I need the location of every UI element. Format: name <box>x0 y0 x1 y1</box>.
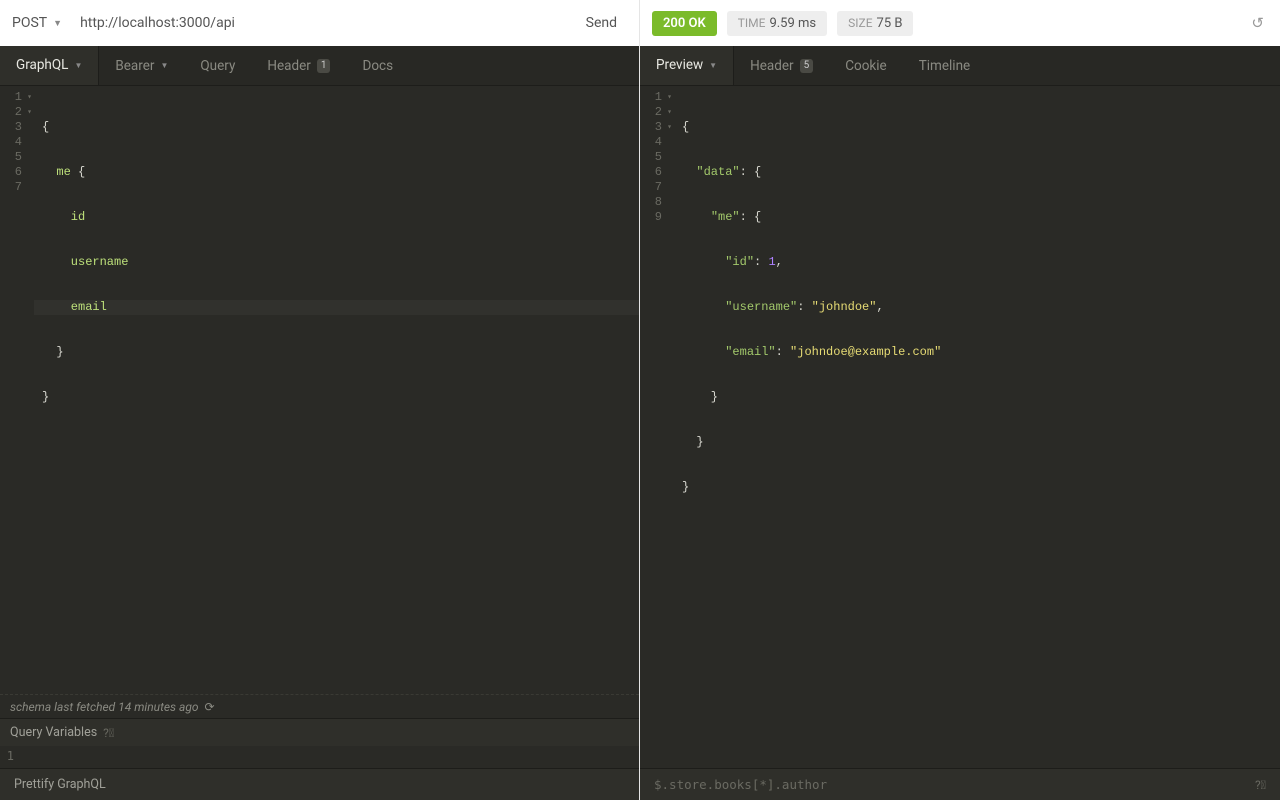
chevron-down-icon: ▼ <box>709 61 717 70</box>
tab-label: Cookie <box>845 58 886 74</box>
chevron-down-icon: ▼ <box>53 18 62 29</box>
help-icon[interactable]: ?⃝ <box>103 726 114 740</box>
method-dropdown[interactable]: POST ▼ <box>12 15 70 31</box>
tab-label: Timeline <box>919 58 971 74</box>
tab-query[interactable]: Query <box>184 46 251 85</box>
tab-label: Preview <box>656 57 703 73</box>
graphql-editor[interactable]: 1 2 3 4 5 6 7 { me { id username email }… <box>0 86 639 694</box>
request-bar: POST ▼ http://localhost:3000/api Send <box>0 0 639 46</box>
tab-bearer[interactable]: Bearer ▼ <box>99 46 184 85</box>
schema-status-text: schema last fetched 14 minutes ago <box>10 700 199 714</box>
response-time-badge: TIME 9.59 ms <box>727 11 827 36</box>
query-variables-label: Query Variables <box>10 725 97 740</box>
tab-cookie[interactable]: Cookie <box>829 46 902 85</box>
response-tabs: Preview ▼ Header 5 Cookie Timeline <box>640 46 1280 86</box>
line-gutter: 1 2 3 4 5 6 7 <box>0 86 34 694</box>
tab-graphql[interactable]: GraphQL ▼ <box>0 46 98 85</box>
tab-label: Header <box>750 58 793 74</box>
tab-label: Header <box>267 58 310 74</box>
tab-timeline[interactable]: Timeline <box>903 46 987 85</box>
query-variables-header[interactable]: Query Variables ?⃝ <box>0 718 639 746</box>
help-icon[interactable]: ?⃝ <box>1255 778 1266 792</box>
tab-docs[interactable]: Docs <box>346 46 409 85</box>
status-code-badge: 200 OK <box>652 11 717 36</box>
prettify-button[interactable]: Prettify GraphQL <box>14 777 106 792</box>
response-size-badge: SIZE 75 B <box>837 11 913 36</box>
tab-label: Docs <box>362 58 393 74</box>
code-body: { "data": { "me": { "id": 1, "username":… <box>674 86 1280 768</box>
tab-label: Bearer <box>115 58 154 74</box>
header-count-badge: 1 <box>317 59 331 73</box>
send-button[interactable]: Send <box>576 11 627 35</box>
method-label: POST <box>12 15 47 31</box>
request-tabs: GraphQL ▼ Bearer ▼ Query Header 1 Docs <box>0 46 639 86</box>
chevron-down-icon: ▼ <box>160 61 168 70</box>
right-footer: $.store.books[*].author ?⃝ <box>640 768 1280 800</box>
schema-status-bar: schema last fetched 14 minutes ago ⟳ <box>0 694 639 718</box>
tab-label: Query <box>200 58 235 74</box>
left-footer: Prettify GraphQL <box>0 768 639 800</box>
response-viewer[interactable]: 1 2 3 4 5 6 7 8 9 { "data": { "me": { "i… <box>640 86 1280 768</box>
jsonpath-input[interactable]: $.store.books[*].author <box>654 777 827 792</box>
chevron-down-icon: ▼ <box>74 61 82 70</box>
response-bar: 200 OK TIME 9.59 ms SIZE 75 B ↺ <box>640 0 1280 46</box>
url-input[interactable]: http://localhost:3000/api <box>70 15 576 31</box>
line-gutter: 1 2 3 4 5 6 7 8 9 <box>640 86 674 768</box>
header-count-badge: 5 <box>800 59 814 73</box>
tab-header-response[interactable]: Header 5 <box>734 46 829 85</box>
query-variables-editor[interactable]: 1 <box>0 746 639 768</box>
refresh-icon[interactable]: ⟳ <box>205 700 215 714</box>
tab-label: GraphQL <box>16 57 68 73</box>
tab-header-request[interactable]: Header 1 <box>251 46 346 85</box>
history-icon[interactable]: ↺ <box>1247 10 1268 36</box>
code-body: { me { id username email } } <box>34 86 639 694</box>
tab-preview[interactable]: Preview ▼ <box>640 46 733 85</box>
